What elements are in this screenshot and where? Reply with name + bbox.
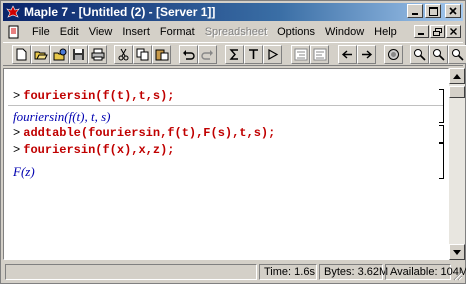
scroll-up-button[interactable] — [449, 68, 465, 84]
execute-group-button[interactable] — [263, 45, 282, 64]
forward-icon — [362, 50, 373, 59]
status-message — [5, 264, 257, 280]
resize-grip-icon[interactable] — [451, 269, 463, 281]
outdent-icon — [313, 48, 326, 61]
menu-file[interactable]: File — [27, 26, 55, 38]
prompt: > — [13, 143, 21, 157]
command-text[interactable]: addtable(fouriersin,f(t),F(s),t,s); — [23, 126, 275, 140]
save-button[interactable] — [69, 45, 88, 64]
worksheet[interactable]: > fouriersin(f(t),t,s); fouriersin(f(t),… — [3, 68, 449, 260]
stop-icon — [388, 49, 399, 60]
menu-bar: File Edit View Insert Format Spreadsheet… — [3, 23, 463, 41]
zoom-out-button[interactable] — [429, 45, 448, 64]
zoom-out-icon — [433, 49, 445, 61]
command-text[interactable]: fouriersin(f(x),x,z); — [23, 143, 174, 157]
redo-button[interactable] — [198, 45, 217, 64]
minimize-icon — [418, 33, 424, 35]
menu-format[interactable]: Format — [155, 26, 200, 38]
indent-button[interactable] — [291, 45, 310, 64]
menu-spreadsheet[interactable]: Spreadsheet — [200, 26, 272, 38]
paste-button[interactable] — [152, 45, 171, 64]
close-icon — [449, 7, 457, 15]
input-line-3[interactable]: > fouriersin(f(x),x,z); — [13, 143, 175, 157]
arrow-down-icon — [453, 249, 461, 255]
outdent-button[interactable] — [310, 45, 329, 64]
text-input-button[interactable] — [244, 45, 263, 64]
stop-button[interactable] — [384, 45, 403, 64]
zoom-in-icon — [414, 49, 426, 61]
input-line-1[interactable]: > fouriersin(f(t),t,s); — [13, 89, 175, 103]
math-input-button[interactable] — [225, 45, 244, 64]
status-time: Time: 1.6s — [259, 264, 317, 280]
maple-leaf-icon — [5, 4, 21, 20]
menu-view[interactable]: View — [84, 26, 118, 38]
menu-window[interactable]: Window — [320, 26, 369, 38]
back-icon — [341, 50, 352, 59]
status-bytes: Bytes: 3.62M — [319, 264, 388, 280]
forward-button[interactable] — [357, 45, 376, 64]
title-bar[interactable]: Maple 7 - [Untitled (2) - [Server 1]] — [3, 3, 463, 21]
redo-icon — [201, 50, 213, 60]
vertical-scrollbar[interactable] — [449, 68, 465, 260]
minimize-icon — [412, 13, 418, 15]
undo-button[interactable] — [179, 45, 198, 64]
save-icon — [73, 49, 84, 60]
close-icon — [450, 28, 457, 35]
new-button[interactable] — [12, 45, 31, 64]
group-bracket[interactable] — [439, 143, 444, 179]
new-icon — [16, 48, 27, 61]
status-bar: Time: 1.6s Bytes: 3.62M Available: 104M — [3, 263, 466, 281]
open-button[interactable] — [31, 45, 50, 64]
sigma-icon — [229, 49, 238, 60]
open-icon — [34, 51, 48, 60]
help-icon — [452, 49, 464, 61]
doc-restore-button[interactable] — [430, 25, 445, 38]
text-mode-icon — [249, 49, 258, 59]
status-available: Available: 104M — [385, 264, 466, 280]
maximize-button[interactable] — [425, 4, 441, 18]
open-url-icon — [53, 48, 66, 61]
window-title: Maple 7 - [Untitled (2) - [Server 1]] — [24, 5, 216, 19]
copy-icon — [136, 48, 148, 61]
zoom-in-button[interactable] — [410, 45, 429, 64]
print-icon — [91, 48, 104, 61]
restore-icon — [433, 27, 442, 36]
output-line-2: F(z) — [13, 164, 35, 179]
toolbar — [3, 42, 466, 66]
minimize-button[interactable] — [407, 4, 423, 18]
help-button[interactable] — [448, 45, 466, 64]
print-button[interactable] — [88, 45, 107, 64]
doc-minimize-button[interactable] — [414, 25, 429, 38]
menu-help[interactable]: Help — [369, 26, 402, 38]
scroll-down-button[interactable] — [449, 244, 465, 260]
indent-icon — [294, 48, 307, 61]
execute-group-icon — [268, 48, 279, 61]
command-text[interactable]: fouriersin(f(t),t,s); — [23, 89, 174, 103]
maximize-icon — [428, 6, 438, 16]
prompt: > — [13, 89, 21, 103]
cut-icon — [118, 48, 129, 61]
maple-window: Maple 7 - [Untitled (2) - [Server 1]] Fi… — [0, 0, 466, 284]
scroll-thumb[interactable] — [449, 86, 465, 98]
input-line-2[interactable]: > addtable(fouriersin,f(t),F(s),t,s); — [13, 126, 275, 140]
menu-edit[interactable]: Edit — [55, 26, 84, 38]
group-bracket[interactable] — [439, 125, 444, 143]
menu-options[interactable]: Options — [272, 26, 320, 38]
close-button[interactable] — [445, 4, 461, 18]
arrow-up-icon — [453, 73, 461, 79]
menu-insert[interactable]: Insert — [117, 26, 155, 38]
undo-icon — [183, 50, 195, 60]
cut-button[interactable] — [114, 45, 133, 64]
document-icon[interactable] — [7, 25, 23, 39]
output-line-1: fouriersin(f(t), t, s) — [13, 109, 111, 124]
doc-close-button[interactable] — [446, 25, 461, 38]
back-button[interactable] — [338, 45, 357, 64]
separator — [8, 105, 444, 106]
open-url-button[interactable] — [50, 45, 69, 64]
paste-icon — [155, 49, 168, 61]
prompt: > — [13, 126, 21, 140]
copy-button[interactable] — [133, 45, 152, 64]
group-bracket[interactable] — [439, 89, 444, 123]
